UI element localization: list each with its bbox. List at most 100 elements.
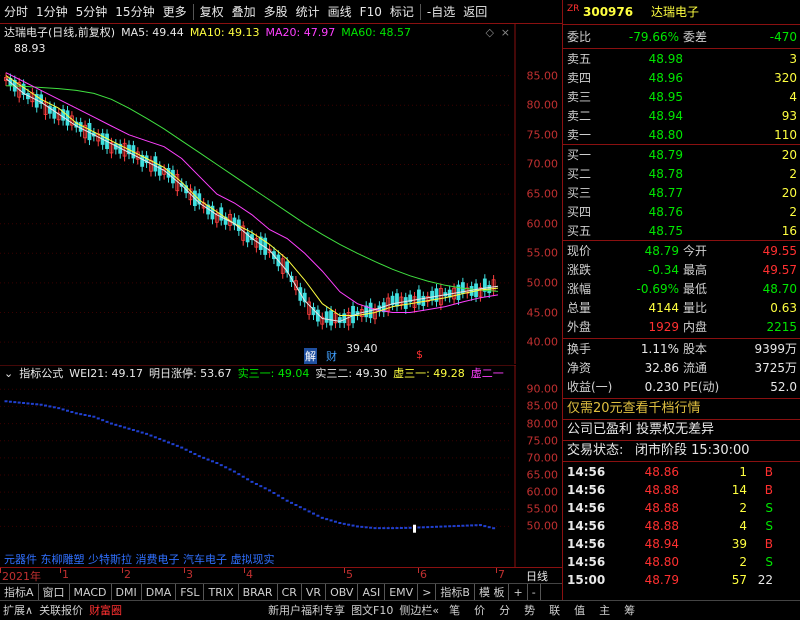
toolbar-item-3[interactable]: 15分钟 (111, 0, 158, 24)
status-item-1[interactable]: 关联报价 (36, 601, 86, 620)
asks-row-1[interactable]: 卖四 48.96 320 (563, 69, 800, 87)
bids-row-3[interactable]: 买四 48.76 2 (563, 203, 800, 221)
toolbar-item-13[interactable]: 返回 (459, 0, 491, 24)
indicator-tab-11[interactable]: ASI (358, 583, 386, 601)
toolbar-item-0[interactable]: 分时 (0, 0, 32, 24)
high-marker: 88.93 (14, 42, 46, 55)
dividend-mark[interactable]: $ (416, 348, 423, 361)
wei-point (241, 475, 245, 478)
bids-row-1[interactable]: 买二 48.78 2 (563, 165, 800, 183)
asks-row-3[interactable]: 卖二 48.94 93 (563, 107, 800, 125)
wei-point (333, 520, 337, 523)
concept-tags[interactable]: 元器件 东柳雕塑 少特斯拉 消费电子 汽车电子 虚拟现实 (4, 551, 274, 567)
date-tick-4: 4 (246, 568, 253, 581)
stock-label: 达瑞电子(日线,前复权) (4, 26, 116, 39)
tick-row-1: 14:56 48.88 14 B (567, 483, 773, 497)
indicator-tab-9[interactable]: VR (302, 583, 327, 601)
toolbar-item-9[interactable]: 画线 (324, 0, 356, 24)
indicator-tab-7[interactable]: BRAR (239, 583, 278, 601)
wei-point (193, 453, 197, 455)
wei-point (259, 485, 263, 488)
toolbar-item-11[interactable]: 标记 (386, 0, 418, 24)
period-label[interactable]: 日线 (526, 568, 548, 584)
indicator-tab-16[interactable]: + (509, 583, 528, 601)
wei-point (210, 460, 214, 463)
promo-banner[interactable]: 仅需20元查看千档行情 (563, 400, 800, 418)
indicator-tab-2[interactable]: MACD (70, 583, 112, 601)
candle-body (351, 306, 355, 324)
wei-point (87, 414, 91, 417)
indicator-tab-1[interactable]: 窗口 (39, 583, 70, 601)
indicator-tab-15[interactable]: 模 板 (475, 583, 510, 601)
kline-chart[interactable]: 达瑞电子(日线,前复权) MA5: 49.44 MA10: 49.13 MA20… (0, 24, 516, 364)
wei-point (483, 525, 487, 528)
status-item-12[interactable]: 主 (592, 601, 617, 620)
period-toolbar: 分时 1分钟 5分钟 15分钟 更多 复权 叠加 多股 统计 画线 F10 标记 -自选 返回 (0, 0, 562, 24)
toolbar-item-2[interactable]: 5分钟 (72, 0, 112, 24)
wei-point (307, 510, 311, 513)
diamond-icon[interactable]: ◇ (486, 26, 494, 39)
wei-point (35, 403, 39, 406)
toolbar-item-6[interactable]: 叠加 (228, 0, 260, 24)
status-item-2[interactable]: 财富圈 (86, 601, 125, 620)
unlock-mark[interactable]: 解 (304, 348, 317, 364)
bids-row-2[interactable]: 买三 48.77 20 (563, 184, 800, 202)
wei-point (290, 501, 294, 504)
ind-tick-7: 85.00 (526, 399, 559, 413)
wei-point (39, 403, 43, 406)
toolbar-item-5[interactable]: 复权 (196, 0, 228, 24)
wei-point (44, 404, 48, 407)
asks-row-4[interactable]: 卖一 48.80 110 (563, 126, 800, 144)
wei-point (338, 522, 342, 524)
indicator-tab-10[interactable]: OBV (326, 583, 359, 601)
asks-row-0[interactable]: 卖五 48.98 3 (563, 50, 800, 68)
toolbar-item-10[interactable]: F10 (356, 0, 386, 24)
indicator-tab-14[interactable]: 指标B (436, 583, 475, 601)
indicator-tab-4[interactable]: DMA (142, 583, 177, 601)
indicator-tab-5[interactable]: FSL (176, 583, 205, 601)
indicator-tab-0[interactable]: 指标A (0, 583, 39, 601)
price-tick-6: 70.00 (526, 157, 559, 171)
indicator-tab-8[interactable]: CR (278, 583, 302, 601)
toolbar-item-7[interactable]: 多股 (260, 0, 292, 24)
wei-point (114, 423, 118, 426)
status-item-7[interactable]: 价 (467, 601, 492, 620)
status-item-11[interactable]: 值 (567, 601, 592, 620)
status-item-0[interactable]: 扩展∧ (0, 601, 36, 620)
wei-point (202, 456, 206, 459)
indicator-tab-13[interactable]: > (418, 583, 437, 601)
wei-point (136, 430, 140, 433)
tick-row-2: 14:56 48.88 2 S (567, 501, 773, 515)
close-icon[interactable]: × (501, 26, 510, 39)
wei-point (435, 525, 438, 528)
status-item-5[interactable]: 侧边栏« (396, 601, 442, 620)
toolbar-item-4[interactable]: 更多 (159, 0, 191, 24)
bids-row-0[interactable]: 买一 48.79 20 (563, 146, 800, 164)
indicator-tab-17[interactable]: - (528, 583, 541, 601)
status-item-4[interactable]: 图文F10 (348, 601, 396, 620)
bids-price: 48.75 (648, 224, 683, 238)
status-item-8[interactable]: 分 (492, 601, 517, 620)
stat-row-3: 总量 4144 量比 0.63 (567, 301, 797, 315)
quote-header: ZR 300976 达瑞电子 (563, 3, 800, 21)
indicator-tab-3[interactable]: DMI (112, 583, 142, 601)
toolbar-item-8[interactable]: 统计 (292, 0, 324, 24)
bids-row-4[interactable]: 买五 48.75 16 (563, 222, 800, 240)
wei-point (171, 443, 175, 446)
status-item-9[interactable]: 势 (517, 601, 542, 620)
indicator-tab-12[interactable]: EMV (385, 583, 419, 601)
indicator-chart[interactable]: ⌄ 指标公式 WEI21: 49.17 明日涨停: 53.67 实三一: 49.… (0, 365, 516, 567)
wei-point (281, 497, 285, 500)
ind-tick-1: 55.00 (526, 502, 559, 516)
status-item-10[interactable]: 联 (542, 601, 567, 620)
indicator-expand-icon[interactable]: ⌄ (4, 365, 13, 383)
finance-mark[interactable]: 财 (326, 348, 337, 364)
asks-row-2[interactable]: 卖三 48.95 4 (563, 88, 800, 106)
wei-point (30, 402, 34, 405)
status-item-13[interactable]: 筹 (617, 601, 642, 620)
toolbar-item-12[interactable]: -自选 (423, 0, 459, 24)
indicator-tab-6[interactable]: TRIX (204, 583, 239, 601)
status-item-3[interactable]: 新用户福利专享 (265, 601, 348, 620)
status-item-6[interactable]: 笔 (442, 601, 467, 620)
toolbar-item-1[interactable]: 1分钟 (32, 0, 72, 24)
